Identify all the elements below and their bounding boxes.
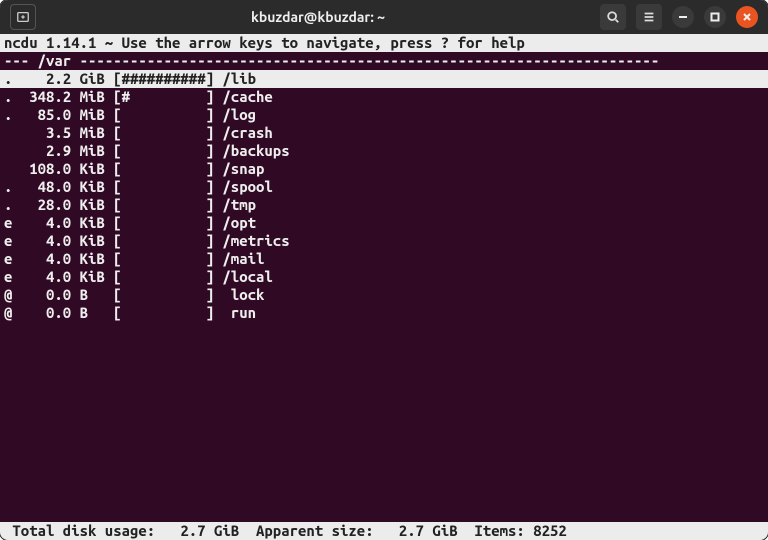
ncdu-current-path: /var xyxy=(38,52,72,69)
ncdu-path-line: --- /var -------------------------------… xyxy=(0,52,768,70)
ncdu-row[interactable]: 108.0 KiB [ ] /snap xyxy=(0,160,768,178)
ncdu-row[interactable]: @ 0.0 B [ ] lock xyxy=(0,286,768,304)
ncdu-header: ncdu 1.14.1 ~ Use the arrow keys to navi… xyxy=(0,34,768,52)
window-title: kbuzdar@kbuzdar: ~ xyxy=(251,9,385,25)
menu-button[interactable] xyxy=(636,4,662,30)
hamburger-icon xyxy=(642,10,656,24)
search-icon xyxy=(606,10,620,24)
new-tab-button[interactable] xyxy=(10,4,36,30)
ncdu-row[interactable]: e 4.0 KiB [ ] /local xyxy=(0,268,768,286)
search-button[interactable] xyxy=(600,4,626,30)
new-tab-icon xyxy=(16,10,30,24)
close-button[interactable] xyxy=(736,6,758,28)
ncdu-row[interactable]: . 28.0 KiB [ ] /tmp xyxy=(0,196,768,214)
minimize-icon xyxy=(678,12,688,22)
ncdu-row[interactable]: 3.5 MiB [ ] /crash xyxy=(0,124,768,142)
terminal-window: kbuzdar@kbuzdar: ~ ncdu 1.14.1 ~ Use the… xyxy=(0,0,768,540)
ncdu-row[interactable]: e 4.0 KiB [ ] /mail xyxy=(0,250,768,268)
maximize-icon xyxy=(710,12,720,22)
ncdu-row[interactable]: . 48.0 KiB [ ] /spool xyxy=(0,178,768,196)
maximize-button[interactable] xyxy=(704,6,726,28)
ncdu-row[interactable]: e 4.0 KiB [ ] /opt xyxy=(0,214,768,232)
ncdu-row[interactable]: @ 0.0 B [ ] run xyxy=(0,304,768,322)
ncdu-status-bar: Total disk usage: 2.7 GiB Apparent size:… xyxy=(0,522,768,540)
close-icon xyxy=(742,12,752,22)
terminal-area[interactable]: ncdu 1.14.1 ~ Use the arrow keys to navi… xyxy=(0,34,768,540)
ncdu-row[interactable]: . 348.2 MiB [# ] /cache xyxy=(0,88,768,106)
minimize-button[interactable] xyxy=(672,6,694,28)
ncdu-row[interactable]: . 2.2 GiB [##########] /lib xyxy=(0,70,768,88)
ncdu-row[interactable]: e 4.0 KiB [ ] /metrics xyxy=(0,232,768,250)
ncdu-file-list: . 2.2 GiB [##########] /lib. 348.2 MiB [… xyxy=(0,70,768,322)
ncdu-row[interactable]: 2.9 MiB [ ] /backups xyxy=(0,142,768,160)
titlebar: kbuzdar@kbuzdar: ~ xyxy=(0,0,768,34)
ncdu-row[interactable]: . 85.0 MiB [ ] /log xyxy=(0,106,768,124)
